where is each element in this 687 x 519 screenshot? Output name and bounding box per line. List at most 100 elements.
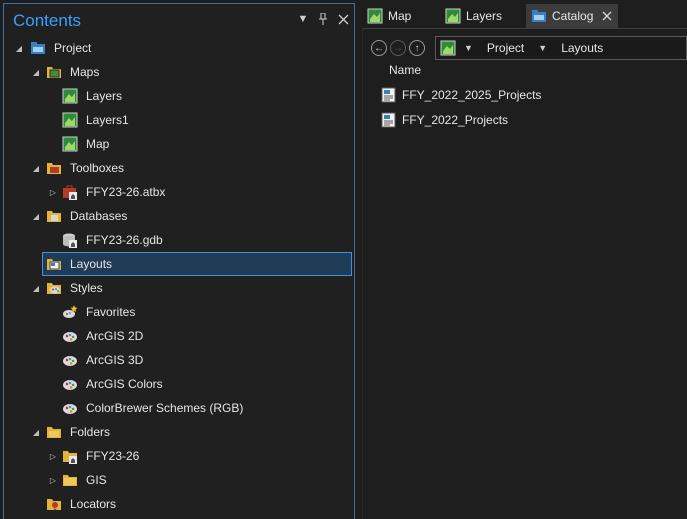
tree-label: ArcGIS 3D	[86, 353, 144, 367]
tree-label: Favorites	[86, 305, 136, 319]
tree-label: Maps	[70, 65, 100, 79]
tree-item-folders[interactable]: ◢ Folders	[4, 420, 354, 444]
navigation-buttons: ← → ↑	[371, 37, 428, 59]
contents-pane: Contents ▼ ◢ Project ◢ Maps Layers Layer…	[3, 3, 355, 519]
tree-label: Map	[86, 137, 110, 151]
folder-styles-icon	[46, 280, 62, 296]
location-map-icon	[440, 40, 456, 56]
catalog-item-label: FFY_2022_2025_Projects	[402, 88, 542, 102]
map-icon	[445, 8, 461, 24]
map-icon	[367, 8, 383, 24]
expand-down-icon[interactable]: ◢	[31, 427, 41, 437]
map-icon	[62, 112, 78, 128]
tree-item-folder[interactable]: ▷ FFY23-26	[4, 444, 354, 468]
tree-label: ArcGIS 2D	[86, 329, 144, 343]
tree-label: ColorBrewer Schemes (RGB)	[86, 401, 244, 415]
pane-controls: ▼	[296, 12, 350, 26]
tree-label: FFY23-26	[86, 449, 140, 463]
tree-label: FFY23-26.gdb	[86, 233, 163, 247]
tree-item-map[interactable]: Map	[4, 132, 354, 156]
folder-maps-icon	[46, 64, 62, 80]
folder-layout-icon	[46, 256, 62, 272]
close-icon[interactable]	[336, 12, 350, 26]
location-bar[interactable]: ▼ Project ▼ Layouts	[435, 36, 687, 60]
catalog-item-label: FFY_2022_Projects	[402, 113, 509, 127]
folder-icon	[62, 472, 78, 488]
style-palette-icon	[62, 376, 78, 392]
tree-label: Layers	[86, 89, 123, 103]
expand-down-icon[interactable]: ◢	[31, 163, 41, 173]
expand-right-icon[interactable]: ▷	[48, 475, 58, 485]
tree-item-style[interactable]: ColorBrewer Schemes (RGB)	[4, 396, 354, 420]
expand-right-icon[interactable]: ▷	[48, 187, 58, 197]
chevron-down-icon[interactable]: ▼	[538, 43, 547, 53]
expand-down-icon[interactable]: ◢	[14, 43, 24, 53]
style-palette-icon	[62, 352, 78, 368]
tree-label: Layouts	[70, 257, 113, 271]
catalog-item[interactable]: FFY_2022_2025_Projects	[381, 84, 541, 106]
folder-database-icon	[46, 208, 62, 224]
pane-options-icon[interactable]: ▼	[296, 12, 310, 26]
style-palette-icon	[62, 328, 78, 344]
tree-label: Locators	[70, 497, 117, 511]
tree-item-databases[interactable]: ◢ Databases	[4, 204, 354, 228]
tree-label: Styles	[70, 281, 103, 295]
tree-item-database[interactable]: FFY23-26.gdb	[4, 228, 354, 252]
expand-down-icon[interactable]: ◢	[31, 283, 41, 293]
tree-item-map[interactable]: Layers1	[4, 108, 354, 132]
contents-header: Contents ▼	[4, 4, 354, 36]
path-segment[interactable]: Project	[487, 41, 524, 55]
expand-right-icon[interactable]: ▷	[48, 451, 58, 461]
tree-item-style[interactable]: ArcGIS 2D	[4, 324, 354, 348]
tree-item-project[interactable]: ◢ Project	[4, 36, 354, 60]
up-icon[interactable]: ↑	[409, 40, 425, 56]
tree-item-toolboxes[interactable]: ◢ Toolboxes	[4, 156, 354, 180]
tree-item-style[interactable]: Favorites	[4, 300, 354, 324]
tab-layers[interactable]: Layers	[440, 4, 520, 28]
tree-item-map[interactable]: Layers	[4, 84, 354, 108]
expand-down-icon[interactable]: ◢	[31, 211, 41, 221]
layout-icon	[381, 87, 397, 103]
tree-item-style[interactable]: ArcGIS 3D	[4, 348, 354, 372]
tree-label: Folders	[70, 425, 111, 439]
favorites-style-icon	[62, 304, 78, 320]
back-icon[interactable]: ←	[371, 40, 387, 56]
tree-item-maps[interactable]: ◢ Maps	[4, 60, 354, 84]
tree-label: Layers1	[86, 113, 129, 127]
column-header-name[interactable]: Name	[389, 63, 421, 77]
catalog-view: ← → ↑ ▼ Project ▼ Layouts Name FFY_2022_…	[362, 28, 687, 519]
home-folder-icon	[62, 448, 78, 464]
tree-label: Databases	[70, 209, 128, 223]
style-palette-icon	[62, 400, 78, 416]
tree-label: FFY23-26.atbx	[86, 185, 166, 199]
chevron-down-icon[interactable]: ▼	[464, 43, 473, 53]
catalog-item[interactable]: FFY_2022_Projects	[381, 109, 508, 131]
tree-item-style[interactable]: ArcGIS Colors	[4, 372, 354, 396]
map-icon	[62, 88, 78, 104]
view-tabs: Map Layers Catalog	[362, 4, 687, 28]
pane-title: Contents	[13, 11, 82, 30]
tree-item-locators[interactable]: Locators	[4, 492, 354, 516]
tree-item-styles[interactable]: ◢ Styles	[4, 276, 354, 300]
tab-label: Layers	[466, 9, 503, 23]
tab-catalog[interactable]: Catalog	[526, 4, 618, 28]
tree-label: Toolboxes	[70, 161, 125, 175]
expand-down-icon[interactable]: ◢	[31, 67, 41, 77]
contents-tree: ◢ Project ◢ Maps Layers Layers1 Map ◢ To…	[4, 36, 354, 519]
path-segment[interactable]: Layouts	[561, 41, 603, 55]
pin-icon[interactable]	[316, 12, 330, 26]
map-icon	[62, 136, 78, 152]
catalog-icon	[531, 8, 547, 24]
tree-item-folder[interactable]: ▷ GIS	[4, 468, 354, 492]
tree-label: GIS	[86, 473, 107, 487]
tree-label: ArcGIS Colors	[86, 377, 163, 391]
tree-item-toolbox[interactable]: ▷ FFY23-26.atbx	[4, 180, 354, 204]
folder-toolbox-icon	[46, 160, 62, 176]
forward-icon[interactable]: →	[390, 40, 406, 56]
project-icon	[30, 40, 46, 56]
tree-item-layouts[interactable]: Layouts	[42, 252, 352, 276]
tree-label: Project	[54, 41, 92, 55]
layout-icon	[381, 112, 397, 128]
close-tab-icon[interactable]	[602, 8, 612, 24]
tab-map[interactable]: Map	[362, 4, 432, 28]
